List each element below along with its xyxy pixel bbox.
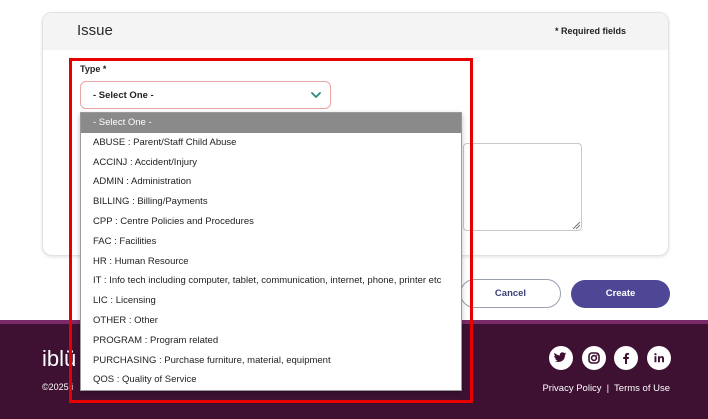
type-select[interactable]: - Select One - — [80, 81, 331, 109]
footer-logo[interactable]: iblü — [42, 346, 76, 372]
instagram-icon[interactable] — [582, 346, 606, 370]
dropdown-option[interactable]: ACCINJ : Accident/Injury — [81, 153, 461, 173]
dropdown-option[interactable]: PROGRAM : Program related — [81, 331, 461, 351]
create-button[interactable]: Create — [571, 280, 670, 308]
dropdown-option[interactable]: HR : Human Resource — [81, 252, 461, 272]
privacy-policy-link[interactable]: Privacy Policy — [542, 383, 601, 394]
resize-handle-icon[interactable] — [573, 222, 580, 229]
dropdown-option[interactable]: FAC : Facilities — [81, 232, 461, 252]
dropdown-option[interactable]: OTHER : Other — [81, 311, 461, 331]
dropdown-option[interactable]: PURCHASING : Purchase furniture, materia… — [81, 351, 461, 371]
terms-of-use-link[interactable]: Terms of Use — [614, 383, 670, 394]
card-header: Issue * Required fields — [43, 13, 668, 50]
dropdown-option[interactable]: QOS : Quality of Service — [81, 370, 461, 390]
type-select-value: - Select One - — [93, 90, 154, 101]
dropdown-option[interactable]: - Select One - — [81, 113, 461, 133]
dropdown-option[interactable]: CPP : Centre Policies and Procedures — [81, 212, 461, 232]
dropdown-option[interactable]: ADMIN : Administration — [81, 172, 461, 192]
dropdown-option[interactable]: BILLING : Billing/Payments — [81, 192, 461, 212]
copyright-text: ©2025 i — [42, 382, 74, 392]
description-textarea[interactable] — [463, 143, 582, 231]
footer-links: Privacy Policy | Terms of Use — [542, 383, 670, 394]
linkedin-icon[interactable] — [647, 346, 671, 370]
cancel-button[interactable]: Cancel — [460, 279, 561, 308]
dropdown-option[interactable]: LIC : Licensing — [81, 291, 461, 311]
page: Issue * Required fields Type * - Select … — [0, 0, 708, 419]
twitter-icon[interactable] — [549, 346, 573, 370]
dropdown-option[interactable]: ABUSE : Parent/Staff Child Abuse — [81, 133, 461, 153]
dropdown-option[interactable]: IT : Info tech including computer, table… — [81, 271, 461, 291]
footer-separator: | — [606, 383, 610, 394]
required-fields-note: * Required fields — [554, 26, 626, 36]
facebook-icon[interactable] — [614, 346, 638, 370]
type-dropdown-list[interactable]: - Select One - ABUSE : Parent/Staff Child… — [80, 112, 462, 391]
chevron-down-icon — [311, 92, 321, 98]
card-title: Issue — [77, 22, 113, 39]
type-label: Type * — [80, 64, 107, 74]
